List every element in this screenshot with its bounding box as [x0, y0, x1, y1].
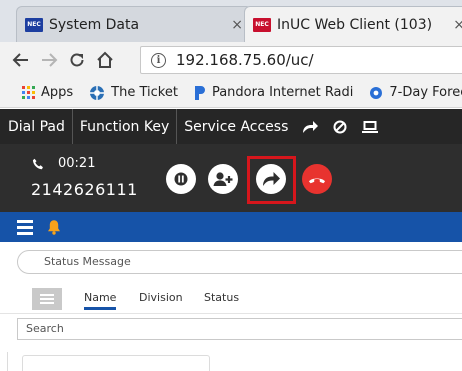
tab-close-icon[interactable]: × [453, 17, 462, 33]
tab-title: System Data [49, 16, 140, 33]
hamburger-menu-icon[interactable] [17, 219, 33, 235]
home-icon [97, 51, 113, 68]
bookmark-label: Pandora Internet Radi [211, 85, 354, 100]
forward-icon [303, 120, 319, 133]
app-blue-toolbar [0, 212, 462, 242]
back-arrow-icon [12, 53, 28, 67]
tab-close-icon[interactable]: × [231, 17, 243, 33]
nav-computer-button[interactable] [355, 109, 385, 144]
status-message-input[interactable]: Status Message [17, 250, 462, 274]
url-text: 192.168.75.60/uc/ [176, 51, 314, 69]
nav-dial-pad[interactable]: Dial Pad [0, 109, 73, 144]
bookmark-pandora[interactable]: Pandora Internet Radi [194, 85, 353, 101]
nav-function-key[interactable]: Function Key [73, 109, 178, 144]
hangup-icon [309, 178, 325, 184]
bookmark-label: The Ticket [111, 85, 178, 100]
nav-service-access[interactable]: Service Access [177, 109, 295, 144]
app-top-nav: Dial Pad Function Key Service Access [0, 109, 462, 144]
transfer-highlight-box [247, 156, 296, 204]
contacts-panel: Status Message Name Division Status Sear… [0, 242, 462, 371]
nav-forward-button[interactable] [295, 109, 325, 144]
tab-system-data[interactable]: NEC System Data × [16, 6, 252, 42]
nec-favicon: NEC [25, 17, 43, 32]
forward-arrow-icon [42, 53, 58, 67]
phone-icon [32, 158, 43, 170]
pause-icon [174, 172, 188, 186]
contact-tabs-row: Name Division Status [0, 286, 462, 314]
back-button[interactable] [8, 47, 34, 73]
apps-grid-icon [22, 86, 35, 99]
forward-button[interactable] [36, 47, 62, 73]
tab-inuc-web-client[interactable]: NEC InUC Web Client (103) × [244, 6, 462, 42]
call-number: 2142626111 [31, 180, 138, 199]
bookmark-7-day-forecast[interactable]: 7-Day Forec [369, 85, 462, 100]
browser-tab-strip: NEC System Data × NEC InUC Web Client (1… [0, 0, 462, 42]
ticket-icon [90, 85, 105, 100]
info-icon[interactable]: i [151, 52, 166, 68]
scrollbar[interactable] [0, 352, 8, 371]
hold-button[interactable] [166, 164, 196, 194]
bookmark-label: Apps [41, 85, 74, 100]
hangup-button[interactable] [302, 164, 332, 194]
tab-status[interactable]: Status [204, 291, 239, 304]
address-bar[interactable]: i 192.168.75.60/uc/ [140, 46, 462, 74]
add-person-icon [213, 172, 233, 186]
browser-toolbar: i 192.168.75.60/uc/ [0, 42, 462, 78]
reload-button[interactable] [64, 47, 90, 73]
bookmark-apps[interactable]: Apps [22, 85, 73, 100]
call-timer: 00:21 [58, 156, 96, 171]
forecast-icon [370, 86, 383, 99]
bell-icon[interactable] [47, 219, 61, 235]
nav-block-button[interactable] [325, 109, 355, 144]
computer-icon [362, 120, 379, 133]
reload-icon [70, 53, 84, 67]
tab-name[interactable]: Name [84, 291, 117, 310]
bookmarks-bar: Apps The Ticket Pandora Internet Radi 7-… [0, 78, 462, 108]
active-call-bar: 00:21 2142626111 [0, 144, 462, 212]
tab-division[interactable]: Division [139, 291, 183, 304]
bookmark-the-ticket[interactable]: The Ticket [89, 85, 178, 101]
search-input[interactable]: Search [17, 318, 462, 340]
tab-title: InUC Web Client (103) [277, 16, 433, 33]
add-call-button[interactable] [208, 164, 238, 194]
nec-favicon: NEC [253, 17, 271, 32]
contact-card[interactable] [22, 355, 210, 371]
block-icon [333, 120, 347, 133]
list-view-icon[interactable] [32, 288, 62, 310]
pandora-icon [194, 85, 205, 100]
home-button[interactable] [92, 47, 118, 73]
bookmark-label: 7-Day Forec [389, 85, 462, 100]
